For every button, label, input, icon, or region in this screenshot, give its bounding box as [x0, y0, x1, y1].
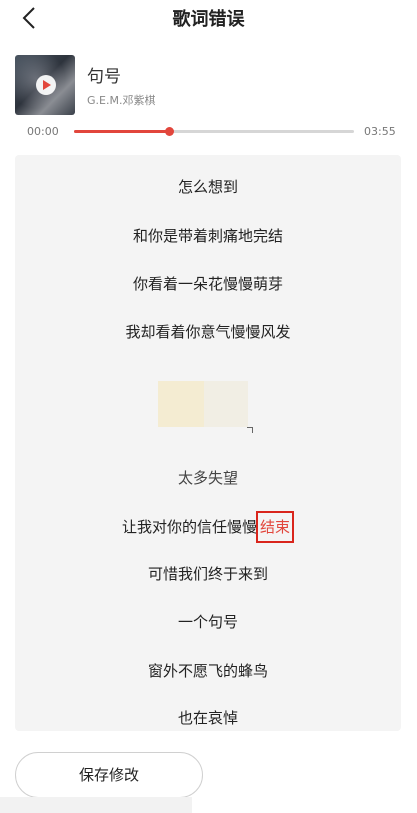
lyrics-panel[interactable]: 怎么想到 和你是带着刺痛地完结 你看着一朵花慢慢萌芽 我却看着你意气慢慢风发 太… — [15, 155, 401, 731]
bottom-bar — [0, 797, 192, 813]
artist-name: G.E.M.邓紫棋 — [87, 94, 156, 107]
lyric-line[interactable]: 怎么想到 — [15, 177, 401, 197]
progress-fill — [74, 130, 170, 133]
progress-thumb[interactable] — [165, 127, 175, 136]
lyric-line[interactable]: 也在哀悼 — [15, 708, 401, 728]
lyric-line[interactable]: 可惜我们终于来到 — [15, 564, 401, 584]
progress-slider[interactable] — [74, 127, 354, 136]
song-name: 句号 — [87, 67, 121, 87]
play-triangle — [43, 80, 51, 90]
lyric-line[interactable]: 你看着一朵花慢慢萌芽 — [15, 274, 401, 294]
lyrics-error-page: 歌词错误 句号 G.E.M.邓紫棋 00:00 03:55 怎么想到 和你是带着… — [0, 0, 417, 813]
current-time: 00:00 — [27, 125, 59, 138]
play-icon[interactable] — [36, 75, 56, 95]
edited-word-highlight[interactable]: 结束 — [256, 511, 295, 543]
lyric-line[interactable]: 我却看着你意气慢慢风发 — [15, 322, 401, 342]
save-button[interactable]: 保存修改 — [15, 752, 203, 798]
blurred-region — [204, 381, 248, 427]
edited-word: 结束 — [260, 518, 291, 536]
lyric-line[interactable]: 一个句号 — [15, 612, 401, 632]
lyric-line[interactable]: 窗外不愿飞的蜂鸟 — [15, 661, 401, 681]
lyric-line[interactable]: 和你是带着刺痛地完结 — [15, 226, 401, 246]
album-cover[interactable] — [15, 55, 75, 115]
total-time: 03:55 — [364, 125, 396, 138]
lyric-line[interactable]: 太多失望 — [15, 468, 401, 488]
header: 歌词错误 — [0, 0, 417, 36]
resize-handle-icon — [247, 427, 253, 433]
blurred-region — [158, 381, 204, 427]
lyric-text: 让我对你的信任慢慢 — [121, 518, 257, 536]
lyric-line-edited[interactable]: 让我对你的信任慢慢 结束 — [15, 511, 401, 543]
page-title: 歌词错误 — [172, 9, 245, 30]
